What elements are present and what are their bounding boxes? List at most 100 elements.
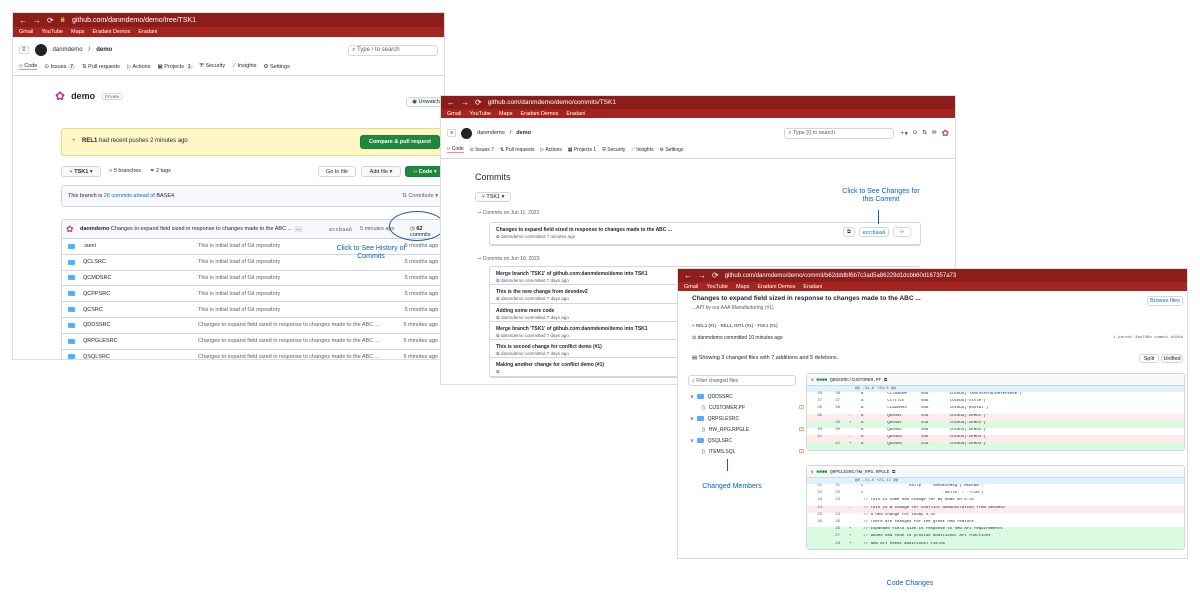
old-line-number[interactable]: 39 [807,414,825,421]
old-line-number[interactable] [807,534,825,541]
tree-folder[interactable]: ∨ QDDSSRC [688,391,804,402]
breadcrumb-owner[interactable]: danmdemo [53,47,83,53]
forward-icon[interactable]: → [698,271,706,280]
old-line-number[interactable]: 25 [807,513,825,520]
file-name[interactable]: QDDSSRC [83,322,198,328]
search-input[interactable]: ⌕ Type / to search [348,44,438,56]
inbox-icon[interactable]: ✉ [932,130,937,136]
old-line-number[interactable] [807,542,825,549]
browse-code-button[interactable]: ‹› [893,227,911,237]
diff-file-name[interactable]: QRPGLESRC/HW_RPG.RPGLE [830,470,889,475]
old-line-number[interactable] [807,527,825,534]
new-line-number[interactable]: 25 [825,520,843,527]
file-name[interactable]: .iseni [83,243,198,249]
add-file-button[interactable]: Add file ▾ [361,166,401,177]
file-row[interactable]: QDDSSRC Changes to expand field sized in … [61,317,444,334]
commit-message[interactable]: Changes to expand field sized in respons… [111,226,292,232]
bookmark-maps[interactable]: Maps [736,284,749,290]
new-line-number[interactable]: 21 [825,484,843,491]
file-commit-message[interactable]: This is initial load of Git repository [198,307,399,313]
tab-actions[interactable]: ▷ Actions [540,147,561,153]
old-line-number[interactable] [807,442,825,449]
tree-folder[interactable]: ∨ QSQLSRC [688,435,804,446]
tree-file[interactable]: ▯ CUSTOMER.PF ⊡ [688,402,804,413]
tab-code[interactable]: ‹› Code [447,146,464,153]
file-name[interactable]: QSQLSRC [83,354,198,359]
filter-files-input[interactable]: ⌕ Filter changed files [688,375,796,386]
new-line-number[interactable]: 28 [825,542,843,549]
commit-hash[interactable]: eccbaa6 [329,226,352,233]
back-icon[interactable]: ← [447,98,455,107]
bookmark-youtube[interactable]: YouTube [469,111,491,117]
file-commit-message[interactable]: This is initial load of Git repository [198,275,399,281]
repo-title[interactable]: demo [71,91,95,101]
forward-icon[interactable]: → [461,98,469,107]
tab-pull-requests[interactable]: ⇅ Pull requests [82,64,120,70]
copy-icon[interactable]: ⧉ [892,470,895,475]
old-line-number[interactable] [807,421,825,428]
old-line-number[interactable]: 23 [807,498,825,505]
file-name[interactable]: QCLSRC [83,259,198,265]
breadcrumb-owner[interactable]: danmdemo [477,130,505,136]
tab-issues[interactable]: ⊙ Issues 7 [44,63,75,70]
avatar[interactable]: ✿ [941,128,949,139]
bookmark-gmail[interactable]: Gmail [447,111,461,117]
tree-file[interactable]: ▯ ITEMS.SQL ⊡ [688,446,804,457]
tab-security[interactable]: ⛨ Security [602,147,625,153]
pull-request-icon[interactable]: ⇅ [922,130,927,136]
plus-icon[interactable]: ＋▾ [899,129,907,137]
tags-link[interactable]: ⏷ 2 tags [150,168,171,175]
collapse-icon[interactable]: ∨ [811,378,814,383]
new-line-number[interactable]: 41 [825,442,843,449]
old-line-number[interactable]: 41 [807,435,825,442]
unified-view-button[interactable]: Unified [1161,354,1183,363]
tree-file[interactable]: ▯ HW_RPG.RPGLE ⊡ [688,424,804,435]
push-branch[interactable]: REL1 [82,138,97,144]
file-row[interactable]: QCMDSRC This is initial load of Git repos… [61,270,444,287]
commit-author[interactable]: danmdemo [80,226,109,232]
new-line-number[interactable]: 22 [825,491,843,498]
tab-settings[interactable]: ⚙ Settings [264,64,290,70]
url-text[interactable]: github.com/danmdemo/demo/commits/TSK1 [488,99,616,106]
new-line-number[interactable]: 26 [825,527,843,534]
new-line-number[interactable]: 27 [825,534,843,541]
ahead-link[interactable]: 26 commits ahead of [104,193,155,199]
bookmark-eradani-demos[interactable]: Eradani Demos [520,111,558,117]
breadcrumb-repo[interactable]: demo [516,130,531,136]
file-row[interactable]: QSQLSRC Changes to expand field sized in … [61,349,444,359]
search-input[interactable]: ⌕ Type [/] to search [784,127,895,139]
reload-icon[interactable]: ⟳ [712,271,719,280]
new-line-number[interactable]: 23 [825,498,843,505]
code-button[interactable]: ‹› Code ▾ [405,166,444,177]
tab-pull-requests[interactable]: ⇅ Pull requests [500,147,535,153]
github-logo-icon[interactable] [461,127,473,139]
new-line-number[interactable]: 40 [825,428,843,435]
new-line-number[interactable]: 39 [825,421,843,428]
go-to-file-button[interactable]: Go to file [318,166,356,177]
new-line-number[interactable]: 38 [825,406,843,413]
url-text[interactable]: github.com/danmdemo/demo/tree/TSK1 [72,17,196,24]
bookmark-eradani[interactable]: Eradani [138,29,157,35]
breadcrumb-repo[interactable]: demo [96,47,112,53]
bookmark-maps[interactable]: Maps [499,111,512,117]
back-icon[interactable]: ← [684,271,692,280]
reload-icon[interactable]: ⟳ [475,98,482,107]
tab-issues[interactable]: ⊙ Issues 7 [470,147,494,153]
file-name[interactable]: QCMDSRC [83,275,198,281]
bookmark-gmail[interactable]: Gmail [684,284,698,290]
new-line-number[interactable] [825,414,843,421]
split-view-button[interactable]: Split [1139,354,1159,363]
issues-icon[interactable]: ⊙ [913,130,918,136]
back-icon[interactable]: ← [19,16,27,25]
old-line-number[interactable]: 26 [807,520,825,527]
old-line-number[interactable]: 37 [807,399,825,406]
bookmark-eradani-demos[interactable]: Eradani Demos [92,29,130,35]
menu-icon[interactable]: ≡ [19,46,29,54]
old-line-number[interactable]: 22 [807,491,825,498]
file-row[interactable]: QRPGLESRC Changes to expand field sized i… [61,333,444,350]
file-name[interactable]: QCPPSRC [83,291,198,297]
ellipsis-button[interactable]: … [293,226,304,232]
new-line-number[interactable] [825,435,843,442]
diff-file-name[interactable]: QDDSSRC/CUSTOMER.PF [830,378,881,383]
tab-security[interactable]: ⛨ Security [200,63,226,70]
